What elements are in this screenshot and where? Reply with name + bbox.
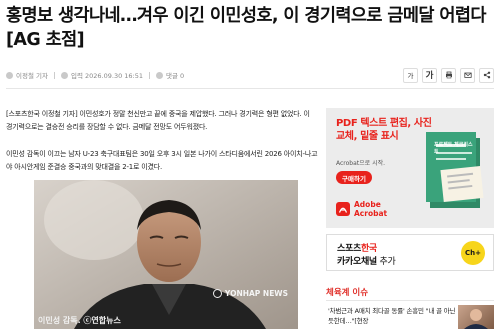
header-divider (6, 88, 494, 89)
meta-divider (53, 71, 55, 79)
kakao-brand: 스포츠한국 (337, 244, 377, 254)
reporter-name[interactable]: 이정철 기자 (16, 70, 48, 80)
photo-caption: 이민성 감독. ⓒ연합뉴스 (38, 316, 121, 325)
share-button[interactable] (479, 67, 494, 83)
photo-watermark: YONHAP NEWS (212, 289, 288, 298)
acrobat-ad[interactable]: PDF 텍스트 편집, 사진 교체, 밑줄 표시 Acrobat으로 시작. 구… (326, 108, 494, 228)
publish-date: 입력 2026.09.30 16:51 (70, 72, 144, 80)
font-decrease-button[interactable]: 가 (403, 67, 418, 83)
ad-title: PDF 텍스트 편집, 사진 교체, 밑줄 표시 (336, 118, 432, 142)
article-toolbar: 가 가 (403, 67, 494, 83)
share-icon (483, 71, 490, 79)
article-paragraph: [스포츠한국 이정철 기자] 이민성호가 정말 천신만고 끝에 중국을 제압했다… (6, 110, 310, 131)
issues-divider (326, 300, 494, 301)
coach-photo (34, 180, 298, 329)
reporter-icon (6, 71, 13, 79)
article-paragraph: 이민성 감독이 이끄는 남자 U-23 축구대표팀은 30일 오후 3시 일본 … (6, 150, 318, 171)
issue-list-item[interactable]: '차범근과 A매치 최다골 동률' 손흥민 "내 골 아닌 듯한데…"[현장 (328, 306, 456, 326)
ad-buy-button[interactable]: 구매하기 (336, 171, 372, 184)
comment-icon (156, 71, 164, 79)
kakao-channel-text: 카카오채널 추가 (337, 257, 396, 267)
issue-thumbnail[interactable] (458, 305, 494, 329)
adobe-acrobat-logo: Adobe Acrobat (336, 200, 387, 218)
yonhap-logo-icon (212, 289, 222, 298)
article-headline: 홍명보 생각나네…겨우 이긴 이민성호, 이 경기력으로 금메달 어렵다 [AG… (6, 6, 487, 50)
print-icon (445, 71, 452, 79)
ad-art-label: 프로젝트 체크리스트 (434, 142, 473, 155)
print-button[interactable] (441, 67, 456, 83)
acrobat-icon (336, 202, 350, 216)
font-increase-button[interactable]: 가 (422, 67, 437, 83)
issues-heading: 체육계 이슈 (326, 288, 369, 298)
meta-divider (149, 71, 151, 79)
comment-count[interactable]: 댓글 0 (166, 70, 184, 80)
clock-icon (60, 71, 68, 79)
issue-photo-thumbnail (464, 309, 488, 329)
ad-subtitle: Acrobat으로 시작. (336, 160, 386, 167)
kakao-channel-banner[interactable]: 스포츠한국 카카오채널 추가 Ch+ (326, 234, 494, 271)
email-button[interactable] (460, 67, 475, 83)
email-icon (463, 72, 472, 78)
article-meta: 이정철 기자 입력 2026.09.30 16:51 댓글 0 가 가 (6, 66, 494, 84)
article-photo[interactable]: YONHAP NEWS 이민성 감독. ⓒ연합뉴스 (34, 180, 298, 329)
kakao-channel-add-icon[interactable]: Ch+ (461, 241, 485, 265)
